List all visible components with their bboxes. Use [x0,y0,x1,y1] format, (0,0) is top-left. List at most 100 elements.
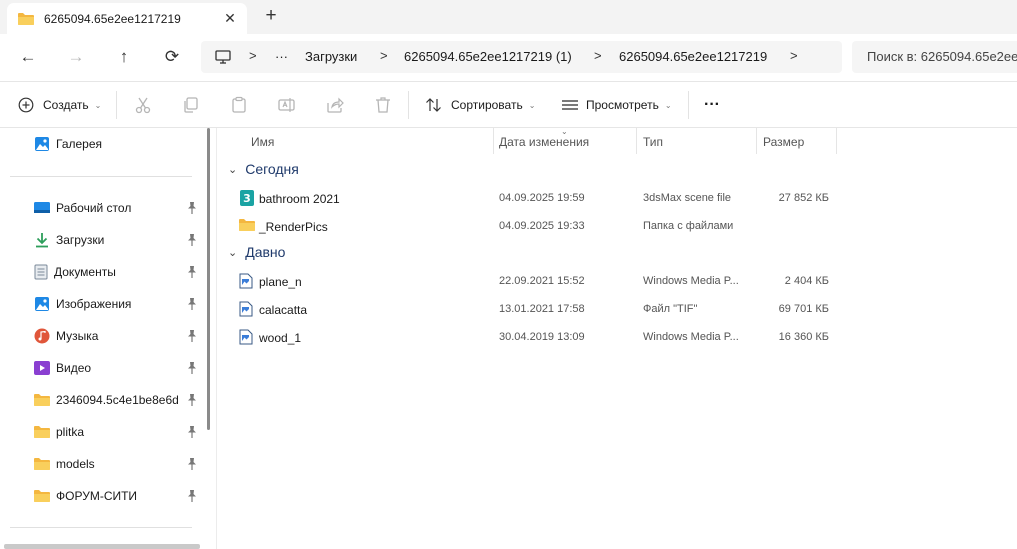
file-size: 2 404 КБ [784,275,829,287]
file-size: 16 360 КБ [778,331,829,343]
file-row[interactable]: _RenderPics 04.09.2025 19:33 Папка с файла… [217,213,1017,241]
pin-icon[interactable] [186,201,198,215]
column-type[interactable]: Тип [643,135,663,149]
column-divider[interactable] [756,128,757,154]
group-header[interactable]: ⌄ Сегодня [228,161,299,177]
column-name[interactable]: Имя [251,135,274,149]
toolbar-divider [688,91,689,119]
more-options-button[interactable]: ··· [704,95,720,115]
up-button[interactable]: ↑ [113,46,135,68]
sidebar-item[interactable]: ФОРУМ-СИТИ [34,485,200,507]
delete-icon[interactable] [373,95,393,115]
gallery-icon [35,137,49,151]
breadcrumb-separator: > [790,48,798,63]
file-row[interactable]: wood_1 30.04.2019 13:09 Windows Media P...… [217,324,1017,352]
sidebar-item[interactable]: Загрузки [34,229,200,251]
cut-icon[interactable] [133,95,153,115]
column-size[interactable]: Размер [763,135,804,149]
pin-icon[interactable] [186,361,198,375]
file-name: bathroom 2021 [259,192,340,206]
file-type: Файл "TIF" [643,303,698,315]
column-date[interactable]: Дата изменения [499,135,589,149]
column-divider[interactable] [636,128,637,154]
new-tab-button[interactable]: + [262,6,280,26]
breadcrumb-parent-folder[interactable]: 6265094.65e2ee1217219 (1) [404,49,572,64]
sidebar-item[interactable]: Документы [34,261,200,283]
address-bar[interactable]: > ··· Загрузки > 6265094.65e2ee1217219 (… [201,41,842,73]
breadcrumb-separator: > [594,48,602,63]
sidebar-scrollbar[interactable] [207,128,210,430]
pin-icon[interactable] [186,457,198,471]
download-icon [36,233,48,248]
navigation-pane: Галерея Рабочий стол Загрузки Документы … [0,128,201,549]
sort-button[interactable]: Сортировать ⌄ [425,95,535,115]
file-size: 27 852 КБ [778,192,829,204]
chevron-down-icon: ⌄ [528,100,536,110]
sort-icon [426,98,441,112]
breadcrumb-separator: > [380,48,388,63]
column-divider[interactable] [836,128,837,154]
sidebar-item[interactable]: plitka [34,421,200,443]
tab-current-folder[interactable]: 6265094.65e2ee1217219 ✕ [7,3,247,34]
sidebar-item-label: Изображения [56,297,132,311]
pin-icon[interactable] [186,233,198,247]
sidebar-item-gallery[interactable]: Галерея [34,133,200,155]
folder-icon [34,426,50,438]
column-header: Имя Дата изменения Тип Размер [217,128,1017,154]
image-file-icon [239,329,253,345]
sidebar-item-label: Документы [54,265,116,279]
pin-icon[interactable] [186,489,198,503]
rename-icon[interactable] [277,95,297,115]
forward-button[interactable]: → [65,46,87,68]
breadcrumb-overflow[interactable]: ··· [275,49,288,64]
refresh-button[interactable]: ⟳ [161,46,183,68]
file-type: 3dsMax scene file [643,192,732,204]
paste-icon[interactable] [229,95,249,115]
create-button[interactable]: Создать ⌄ [18,95,101,115]
view-button[interactable]: Просмотреть ⌄ [561,95,672,115]
pin-icon[interactable] [186,265,198,279]
pin-icon[interactable] [186,329,198,343]
create-label: Создать [43,98,89,112]
file-name: plane_n [259,275,302,289]
chevron-down-icon: ⌄ [228,246,238,259]
close-tab-icon[interactable]: ✕ [222,10,238,26]
sidebar-item[interactable]: 2346094.5c4e1be8e6d3d [34,389,200,411]
sidebar-item[interactable]: Музыка [34,325,200,347]
file-date: 04.09.2025 19:59 [499,192,585,204]
group-header[interactable]: ⌄ Давно [228,244,285,260]
image-file-icon [239,273,253,289]
pin-icon[interactable] [186,297,198,311]
sidebar-item-label: Музыка [56,329,99,343]
sidebar-item-label: Галерея [56,137,103,151]
file-row[interactable]: 3 bathroom 2021 04.09.2025 19:59 3dsMax sce… [217,185,1017,213]
search-input[interactable]: Поиск в: 6265094.65e2ee1217219 [852,41,1017,73]
sidebar-item[interactable]: models [34,453,200,475]
breadcrumb-downloads[interactable]: Загрузки [305,49,357,64]
sidebar-item-label: 2346094.5c4e1be8e6d3d [56,393,178,407]
chevron-down-icon: ⌄ [664,100,672,110]
group-title: Давно [245,244,286,260]
sidebar-item[interactable]: Видео [34,357,200,379]
breadcrumb-current-folder[interactable]: 6265094.65e2ee1217219 [619,49,767,64]
view-label: Просмотреть [586,98,659,112]
share-icon[interactable] [325,95,345,115]
pin-icon[interactable] [186,425,198,439]
file-row[interactable]: calacatta 13.01.2021 17:58 Файл "TIF" 69 70… [217,296,1017,324]
file-name: _RenderPics [259,220,328,234]
image-file-icon [239,301,253,317]
plus-circle-icon [18,97,34,113]
sidebar-horizontal-scrollbar[interactable] [4,544,200,549]
3dsmax-icon: 3 [240,190,254,206]
computer-icon [215,50,231,64]
copy-icon[interactable] [181,95,201,115]
pin-icon[interactable] [186,393,198,407]
column-divider[interactable] [493,128,494,154]
file-row[interactable]: plane_n 22.09.2021 15:52 Windows Media P..… [217,268,1017,296]
back-button[interactable]: ← [17,46,39,68]
sidebar-item[interactable]: Изображения [34,293,200,315]
sidebar-item-label: Видео [56,361,92,375]
sidebar-item[interactable]: Рабочий стол [34,197,200,219]
pictures-icon [35,297,49,311]
chevron-down-icon: ⌄ [94,100,102,110]
